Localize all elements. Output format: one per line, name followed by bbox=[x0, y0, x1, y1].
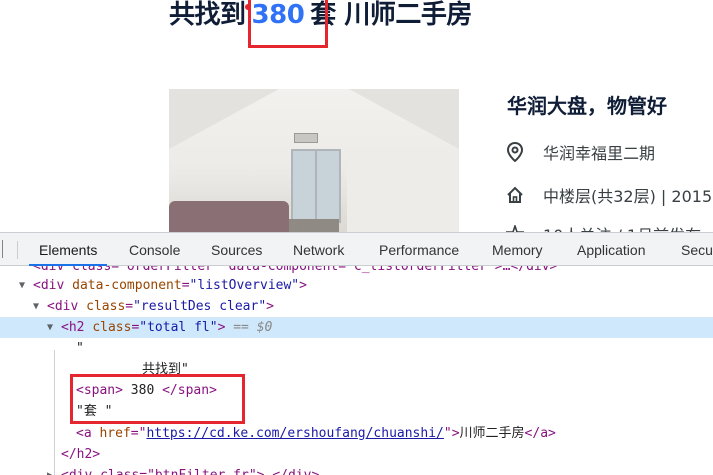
tab-memory[interactable]: Memory bbox=[492, 233, 543, 266]
devtools-panel: Elements Console Sources Network Perform… bbox=[0, 232, 713, 475]
photo-lamp bbox=[294, 133, 318, 143]
link-text: 川师二手房 bbox=[459, 426, 525, 441]
house-icon bbox=[505, 185, 525, 205]
floor-row: 中楼层(共32层) | 2015 bbox=[505, 183, 712, 207]
follow-row: 10人关注 / 1月前发布 bbox=[505, 222, 701, 232]
photo-sofa bbox=[169, 201, 289, 232]
result-suffix: 套 川师二手房 bbox=[310, 0, 472, 30]
follow-info: 10人关注 / 1月前发布 bbox=[543, 222, 701, 232]
devtools-tabbar: Elements Console Sources Network Perform… bbox=[0, 233, 713, 266]
attr-name: class bbox=[92, 320, 132, 335]
annotation-highlight-count bbox=[248, 0, 328, 48]
selected-marker: == $0 bbox=[233, 320, 273, 335]
tab-network[interactable]: Network bbox=[293, 233, 344, 266]
tree-node-link[interactable]: <a href="https://cd.ke.com/ershoufang/ch… bbox=[0, 423, 713, 444]
inspect-toggle-icon[interactable] bbox=[0, 240, 3, 258]
tree-node-h2-close[interactable]: </h2> bbox=[0, 444, 713, 465]
annotation-highlight-span bbox=[70, 374, 245, 424]
text-node: " bbox=[76, 341, 84, 356]
tab-separator bbox=[17, 241, 18, 259]
expand-arrow-icon[interactable]: ▼ bbox=[47, 317, 53, 338]
tab-sources[interactable]: Sources bbox=[211, 233, 262, 266]
star-icon bbox=[505, 224, 525, 232]
community-row: 华润幸福里二期 bbox=[505, 140, 655, 164]
photo-ceiling-left bbox=[169, 89, 279, 149]
photo-ceiling-right bbox=[349, 89, 459, 149]
location-pin-icon bbox=[505, 142, 525, 162]
elements-tree: <div class="orderFilter" data-component=… bbox=[0, 266, 713, 475]
attr-name: href bbox=[99, 426, 131, 441]
tab-elements[interactable]: Elements bbox=[28, 233, 108, 266]
tree-node-listoverview[interactable]: ▼ <div data-component="listOverview"> bbox=[0, 275, 713, 296]
tab-performance[interactable]: Performance bbox=[379, 233, 459, 266]
result-prefix: 共找到 bbox=[169, 0, 246, 30]
attr-name: data-component bbox=[72, 278, 182, 293]
tab-application[interactable]: Application bbox=[577, 233, 646, 266]
community-link[interactable]: 华润幸福里二期 bbox=[543, 140, 655, 164]
listing-title[interactable]: 华润大盘，物管好 bbox=[507, 90, 667, 119]
tab-security[interactable]: Secu bbox=[681, 233, 713, 266]
attr-value: "listOverview" bbox=[189, 278, 300, 293]
tree-node-resultdes[interactable]: ▼ <div class="resultDes clear"> bbox=[0, 296, 713, 317]
photo-wall bbox=[347, 149, 459, 232]
a-close-tag: </a> bbox=[524, 426, 556, 441]
href-link[interactable]: https://cd.ke.com/ershoufang/chuanshi/ bbox=[146, 426, 443, 441]
tree-text-quote[interactable]: " bbox=[0, 338, 713, 359]
tree-node-h2-selected[interactable]: ▼ <h2 class="total fl"> == $0 bbox=[0, 317, 713, 338]
photo-window bbox=[291, 149, 341, 223]
tab-console[interactable]: Console bbox=[129, 233, 180, 266]
attr-value: "total fl" bbox=[139, 320, 218, 335]
floor-info: 中楼层(共32层) | 2015 bbox=[543, 187, 713, 206]
expand-arrow-icon[interactable]: ▼ bbox=[33, 296, 39, 317]
listing-page: 共找到 380 套 川师二手房 华润大盘，物管好 华润幸福里二期 中楼层(共32层)… bbox=[0, 0, 713, 232]
h2-close-tag: </h2> bbox=[61, 447, 101, 462]
expand-arrow-icon[interactable]: ▼ bbox=[19, 275, 25, 296]
attr-value: "resultDes clear" bbox=[133, 299, 267, 314]
div-open-tag: <div bbox=[33, 278, 73, 293]
listing-photo[interactable] bbox=[169, 89, 459, 232]
attr-name: class bbox=[86, 299, 126, 314]
